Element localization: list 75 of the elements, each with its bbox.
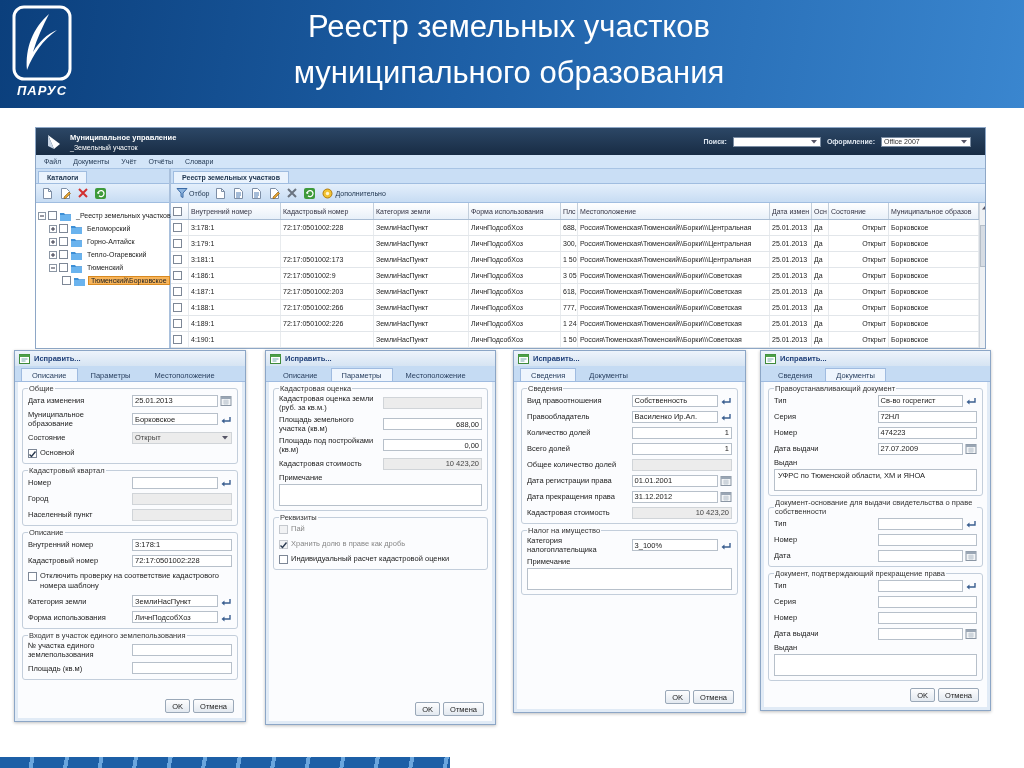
caret-icon[interactable]: [960, 138, 968, 145]
document-icon[interactable]: [41, 186, 54, 200]
row-checkbox[interactable]: [173, 303, 182, 312]
tree-checkbox[interactable]: [62, 276, 71, 285]
expander-icon[interactable]: [49, 224, 57, 233]
text-field[interactable]: [877, 627, 963, 640]
logo-icon: [11, 4, 73, 82]
row-checkbox[interactable]: [173, 319, 182, 328]
checkbox[interactable]: [28, 572, 37, 581]
row-checkbox[interactable]: [173, 287, 182, 296]
expander-icon[interactable]: [49, 237, 57, 246]
text-area[interactable]: [774, 654, 977, 676]
tree-checkbox[interactable]: [59, 237, 68, 246]
expander-icon[interactable]: [49, 263, 57, 272]
window-icon: [19, 353, 30, 364]
search-field[interactable]: [732, 136, 821, 147]
header-checkbox[interactable]: [173, 206, 182, 216]
calendar-icon[interactable]: [220, 394, 232, 407]
return-arrow-icon[interactable]: [220, 612, 232, 622]
document-icon[interactable]: [214, 186, 228, 200]
row-checkbox[interactable]: [173, 255, 182, 264]
checkbox[interactable]: [279, 555, 288, 564]
edit-document-icon[interactable]: [59, 186, 72, 200]
window-icon: [518, 353, 529, 364]
return-arrow-icon[interactable]: [965, 396, 977, 405]
text-field[interactable]: [132, 662, 232, 674]
row-checkbox[interactable]: [173, 335, 182, 344]
return-arrow-icon[interactable]: [220, 478, 232, 487]
edit-document-icon[interactable]: [268, 186, 282, 200]
return-arrow-icon[interactable]: [965, 581, 977, 590]
calendar-icon[interactable]: [965, 442, 977, 455]
text-field[interactable]: [877, 517, 963, 530]
row-checkbox[interactable]: [173, 271, 182, 280]
calendar-icon[interactable]: [965, 549, 977, 562]
expander-icon[interactable]: [49, 250, 57, 259]
tree-checkbox[interactable]: [59, 250, 68, 259]
text-field[interactable]: [877, 549, 963, 562]
text-field[interactable]: [877, 595, 977, 608]
expander-icon[interactable]: [38, 211, 46, 220]
refresh-icon[interactable]: [94, 186, 107, 200]
return-arrow-icon[interactable]: [965, 519, 977, 528]
tree-checkbox[interactable]: [59, 224, 68, 233]
delete-icon[interactable]: [77, 187, 89, 199]
row-checkbox[interactable]: [173, 239, 182, 248]
document-icon[interactable]: [250, 186, 264, 200]
row-checkbox[interactable]: [173, 223, 182, 232]
text-field[interactable]: [132, 476, 218, 489]
slide-title: Реестр земельных участков муниципального образования: [292, 8, 726, 92]
delete-icon[interactable]: [286, 187, 299, 199]
calendar-icon[interactable]: [720, 474, 732, 487]
text-field[interactable]: [132, 643, 232, 656]
window-icon: [765, 353, 776, 364]
checkbox[interactable]: [28, 449, 37, 458]
document-icon[interactable]: [232, 186, 246, 200]
calendar-icon[interactable]: [720, 490, 732, 503]
caret-icon[interactable]: [809, 138, 818, 145]
check-icon: [279, 540, 288, 549]
return-arrow-icon[interactable]: [720, 396, 732, 405]
return-arrow-icon[interactable]: [220, 596, 232, 606]
calendar-icon[interactable]: [965, 627, 977, 640]
text-area[interactable]: [279, 484, 482, 506]
text-field[interactable]: [877, 533, 977, 546]
check-icon: [28, 449, 37, 458]
logo-text: ПАРУС: [16, 83, 68, 98]
text-field[interactable]: [877, 611, 977, 624]
text-area[interactable]: [527, 568, 732, 590]
text-field[interactable]: [877, 579, 963, 592]
refresh-icon[interactable]: [303, 186, 317, 200]
window-icon: [270, 353, 281, 364]
return-arrow-icon[interactable]: [720, 412, 732, 421]
tree-checkbox[interactable]: [59, 263, 68, 272]
filter-icon: [176, 187, 188, 199]
return-arrow-icon[interactable]: [220, 414, 232, 424]
return-arrow-icon[interactable]: [720, 540, 732, 550]
tree-checkbox[interactable]: [48, 211, 57, 220]
